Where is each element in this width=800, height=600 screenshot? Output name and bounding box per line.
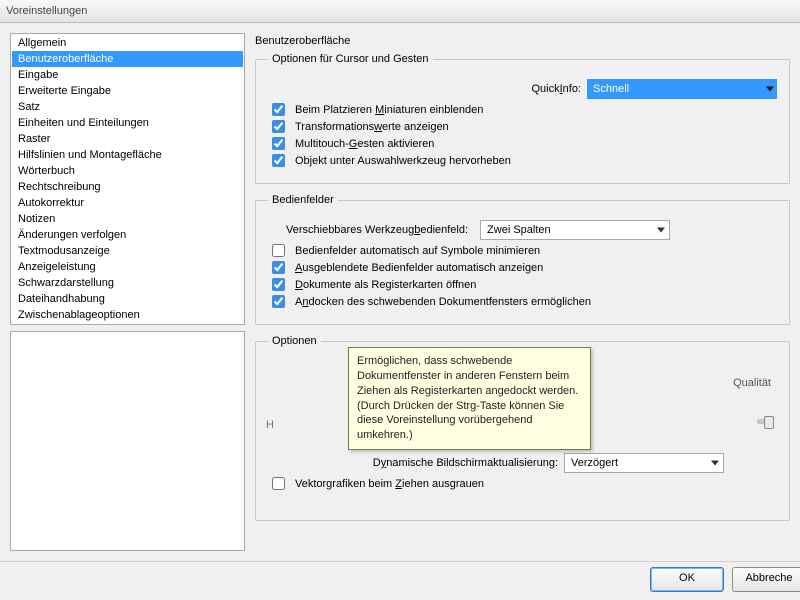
chk-vektorgrafiken-ausgrauen-label: Vektorgrafiken beim Ziehen ausgrauen [295, 478, 484, 490]
cat-hilfslinien[interactable]: Hilfslinien und Montagefläche [12, 147, 243, 163]
toolpanel-select[interactable]: Zwei Spalten [480, 220, 670, 240]
chk-miniaturen-label: Beim Platzieren Miniaturen einblenden [295, 104, 483, 116]
cat-anzeigeleistung[interactable]: Anzeigeleistung [12, 259, 243, 275]
ok-button[interactable]: OK [650, 567, 724, 592]
toolpanel-label: Verschiebbares Werkzeugbedienfeld: [286, 224, 468, 236]
cancel-button[interactable]: Abbreche [732, 567, 800, 592]
quickinfo-label: QuickInfo: [268, 83, 583, 95]
chk-dokumente-register-label: Dokumente als Registerkarten öffnen [295, 279, 476, 291]
cat-eingabe[interactable]: Eingabe [12, 67, 243, 83]
slider-track-fragment[interactable] [757, 419, 771, 424]
group-cursor-gesten-legend: Optionen für Cursor und Gesten [268, 53, 433, 65]
window-title: Voreinstellungen [0, 0, 800, 23]
cat-erweiterte-eingabe[interactable]: Erweiterte Eingabe [12, 83, 243, 99]
dyn-refresh-label: Dynamische Bildschirmaktualisierung: [268, 457, 558, 469]
chk-auto-minimieren[interactable] [272, 244, 285, 257]
chk-miniaturen[interactable] [272, 103, 285, 116]
chk-multitouch-label: Multitouch-Gesten aktivieren [295, 138, 434, 150]
chk-objekt-hervorheben-label: Objekt unter Auswahlwerkzeug hervorheben [295, 155, 511, 167]
chk-ausgeblendete-anzeigen-label: Ausgeblendete Bedienfelder automatisch a… [295, 262, 543, 274]
toolpanel-value: Zwei Spalten [481, 222, 669, 238]
chk-andocken-label: Andocken des schwebenden Dokumentfenster… [295, 296, 591, 308]
cat-allgemein[interactable]: Allgemein [12, 35, 243, 51]
chk-objekt-hervorheben[interactable] [272, 154, 285, 167]
tooltip-andocken: Ermöglichen, dass schwebende Dokumentfen… [348, 347, 591, 450]
chevron-down-icon [766, 87, 774, 92]
group-bedienfelder: Bedienfelder Verschiebbares Werkzeugbedi… [255, 194, 790, 325]
slider-thumb-fragment[interactable] [764, 416, 774, 429]
dyn-refresh-select[interactable]: Verzögert [564, 453, 724, 473]
cat-einheiten[interactable]: Einheiten und Einteilungen [12, 115, 243, 131]
chevron-down-icon [657, 228, 665, 233]
sidebar-preview-box [10, 331, 245, 551]
cat-schwarzdarstellung[interactable]: Schwarzdarstellung [12, 275, 243, 291]
dyn-refresh-value: Verzögert [565, 455, 723, 471]
chk-transformationswerte[interactable] [272, 120, 285, 133]
chk-auto-minimieren-label: Bedienfelder automatisch auf Symbole min… [295, 245, 540, 257]
cat-dateihandhabung[interactable]: Dateihandhabung [12, 291, 243, 307]
chk-ausgeblendete-anzeigen[interactable] [272, 261, 285, 274]
chk-multitouch[interactable] [272, 137, 285, 150]
chevron-down-icon [711, 461, 719, 466]
group-optionen: Optionen Ermöglichen, dass schwebende Do… [255, 335, 790, 521]
cat-benutzeroberflaeche[interactable]: Benutzeroberfläche [12, 51, 243, 67]
group-bedienfelder-legend: Bedienfelder [268, 194, 338, 206]
cat-autokorrektur[interactable]: Autokorrektur [12, 195, 243, 211]
cat-rechtschreibung[interactable]: Rechtschreibung [12, 179, 243, 195]
quickinfo-select[interactable]: Schnell [587, 79, 777, 99]
chk-transformationswerte-label: Transformationswerte anzeigen [295, 121, 449, 133]
group-cursor-gesten: Optionen für Cursor und Gesten QuickInfo… [255, 53, 790, 184]
group-optionen-legend: Optionen [268, 335, 321, 347]
cat-aenderungen[interactable]: Änderungen verfolgen [12, 227, 243, 243]
chk-dokumente-register[interactable] [272, 278, 285, 291]
page-title: Benutzeroberfläche [255, 33, 790, 53]
chk-andocken[interactable] [272, 295, 285, 308]
cat-notizen[interactable]: Notizen [12, 211, 243, 227]
category-list[interactable]: Allgemein Benutzeroberfläche Eingabe Erw… [10, 33, 245, 325]
label-frag-h: H [266, 419, 274, 431]
cat-zwischenablage[interactable]: Zwischenablageoptionen [12, 307, 243, 323]
chk-vektorgrafiken-ausgrauen[interactable] [272, 477, 285, 490]
cat-raster[interactable]: Raster [12, 131, 243, 147]
cat-satz[interactable]: Satz [12, 99, 243, 115]
cat-woerterbuch[interactable]: Wörterbuch [12, 163, 243, 179]
quality-label-fragment: Qualität [733, 377, 771, 389]
cat-textmodus[interactable]: Textmodusanzeige [12, 243, 243, 259]
quickinfo-value: Schnell [587, 81, 777, 97]
